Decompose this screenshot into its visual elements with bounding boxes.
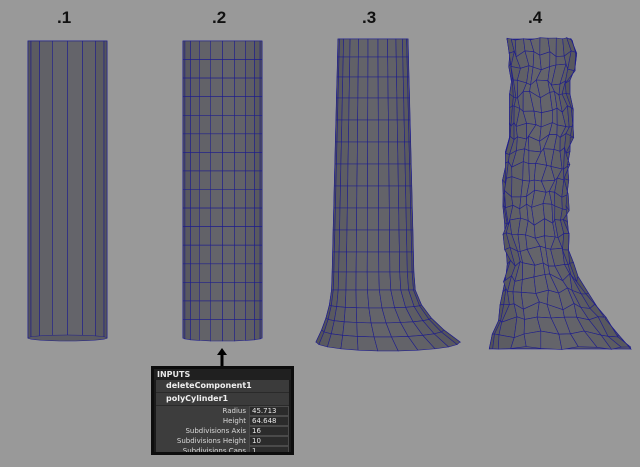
inputs-panel[interactable]: INPUTS deleteComponent1 polyCylinder1 Ra…: [151, 366, 294, 455]
step-label-3: .3: [362, 8, 377, 27]
node-poly-cylinder[interactable]: polyCylinder1: [156, 393, 289, 406]
inputs-header: INPUTS: [154, 369, 291, 380]
step-label-4: .4: [528, 8, 543, 27]
attr-height-field[interactable]: 64.648: [249, 416, 289, 426]
attr-radius: Radius 45.713: [156, 406, 289, 416]
attr-height-label: Height: [156, 416, 249, 426]
attr-radius-field[interactable]: 45.713: [249, 406, 289, 416]
attr-radius-label: Radius: [156, 406, 249, 416]
node-delete-component[interactable]: deleteComponent1: [156, 380, 289, 393]
attr-subdivisions-axis: Subdivisions Axis 16: [156, 426, 289, 436]
attr-subdivisions-caps-label: Subdivisions Caps: [156, 446, 249, 452]
step-label-1: .1: [57, 8, 72, 27]
cylinder-step-1[interactable]: [27, 40, 108, 342]
attr-subdivisions-height-field[interactable]: 10: [249, 436, 289, 446]
attr-height: Height 64.648: [156, 416, 289, 426]
attr-subdivisions-caps: Subdivisions Caps 1: [156, 446, 289, 452]
attr-subdivisions-caps-field[interactable]: 1: [249, 446, 289, 452]
attr-subdivisions-axis-field[interactable]: 16: [249, 426, 289, 436]
step-label-2: .2: [212, 8, 227, 27]
attr-subdivisions-height-label: Subdivisions Height: [156, 436, 249, 446]
arrow-up-icon: [217, 348, 227, 366]
attr-subdivisions-height: Subdivisions Height 10: [156, 436, 289, 446]
attr-subdivisions-axis-label: Subdivisions Axis: [156, 426, 249, 436]
viewport-scene[interactable]: [0, 0, 640, 467]
cylinder-step-2[interactable]: [182, 40, 263, 342]
trunk-step-3[interactable]: [315, 38, 462, 352]
trunk-step-4[interactable]: [488, 37, 632, 351]
